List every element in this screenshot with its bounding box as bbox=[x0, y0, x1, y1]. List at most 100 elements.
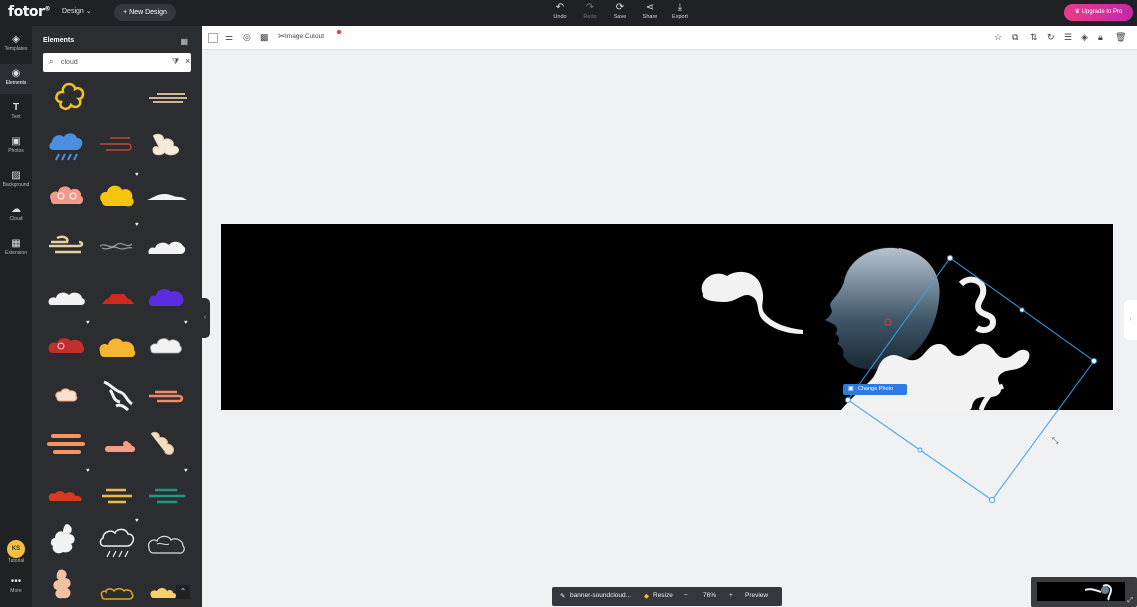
search-icon: ⌕ bbox=[49, 57, 54, 66]
element-rain-cloud-outline[interactable] bbox=[96, 520, 140, 564]
tutorial-avatar: KS bbox=[7, 540, 25, 558]
zoom-out-button[interactable]: − bbox=[684, 592, 688, 599]
element-rain-cloud-blue[interactable] bbox=[45, 124, 89, 168]
rail-background[interactable]: ▨ Background bbox=[0, 170, 32, 188]
favorite-star-icon[interactable]: ☆ bbox=[994, 32, 1002, 43]
element-flat-cloud-red[interactable] bbox=[45, 472, 89, 516]
element-stacked-cloud-beige[interactable] bbox=[45, 224, 89, 268]
image-icon: ▣ bbox=[848, 386, 854, 392]
color-swatch[interactable] bbox=[208, 33, 218, 43]
element-smoke-cloud-white[interactable] bbox=[45, 520, 89, 564]
resize-icon: ◆ bbox=[644, 593, 649, 600]
heart-icon[interactable]: ♥ bbox=[184, 320, 188, 326]
rotate-icon[interactable]: ↻ bbox=[1047, 32, 1055, 43]
new-design-button[interactable]: + New Design bbox=[114, 4, 176, 21]
change-photo-button[interactable]: ▣ Change Photo bbox=[843, 384, 907, 395]
element-sketch-cloud-white[interactable] bbox=[145, 520, 189, 564]
fotor-logo[interactable]: fotor® bbox=[8, 4, 50, 20]
canvas-toolbar: ⚌ ◎ ▩ ✂ Image Cutout ☆ ⧉ ⇅ ↻ ☰ ◈ 🔒︎ 🗑︎ bbox=[202, 26, 1137, 50]
element-flower-cloud-outline[interactable] bbox=[47, 76, 91, 120]
element-ink-cloud-white[interactable] bbox=[96, 372, 140, 416]
mosaic-icon[interactable]: ▩ bbox=[260, 32, 269, 43]
element-scribble-cloud-gray[interactable] bbox=[96, 224, 140, 268]
element-flat-cloud-white[interactable] bbox=[145, 174, 189, 218]
text-icon: T bbox=[12, 102, 20, 113]
lock-icon[interactable]: 🔒︎ bbox=[1098, 32, 1103, 43]
grid-view-icon[interactable]: ▦ bbox=[180, 37, 188, 46]
align-icon[interactable]: ☰ bbox=[1064, 32, 1072, 43]
flip-icon[interactable]: ⇅ bbox=[1030, 32, 1038, 43]
svg-text:⤡: ⤡ bbox=[1052, 436, 1059, 445]
preview-button[interactable]: Preview bbox=[745, 592, 768, 599]
element-bar-cloud-orange[interactable] bbox=[45, 422, 89, 466]
image-cutout-button[interactable]: Image Cutout bbox=[285, 33, 324, 40]
element-blob-cloud-purple[interactable] bbox=[145, 274, 189, 318]
zoom-level[interactable]: 76% bbox=[703, 592, 716, 599]
element-fluffy-cloud-white[interactable] bbox=[45, 274, 89, 318]
more-icon: ••• bbox=[10, 576, 22, 587]
heart-icon[interactable]: ♥ bbox=[135, 222, 139, 228]
adjust-icon[interactable]: ⚌ bbox=[225, 32, 233, 43]
undo-button[interactable]: ↶ Undo bbox=[545, 2, 575, 20]
page-thumbnail[interactable]: ⤢ bbox=[1031, 577, 1137, 607]
panel-title: Elements bbox=[43, 37, 75, 44]
filter-icon[interactable]: ⧩ bbox=[172, 57, 179, 67]
resize-button[interactable]: Resize bbox=[653, 592, 673, 599]
element-small-cloud-peach[interactable] bbox=[45, 372, 89, 416]
zoom-in-button[interactable]: + bbox=[729, 592, 733, 599]
element-outline-cloud-white[interactable] bbox=[145, 322, 189, 366]
element-soft-cloud-white[interactable] bbox=[145, 224, 189, 268]
top-actions: ↶ Undo ↷ Redo ⟳ Save ⋖ Share ⤓ Export bbox=[545, 2, 695, 20]
duplicate-icon[interactable]: ⧉ bbox=[1012, 32, 1018, 43]
rail-cloud[interactable]: ☁ Cloud bbox=[0, 204, 32, 222]
element-swirl-cloud-pink[interactable] bbox=[45, 174, 89, 218]
search-input[interactable] bbox=[61, 56, 156, 69]
save-icon: ⟳ bbox=[615, 2, 625, 13]
redo-button[interactable]: ↷ Redo bbox=[575, 2, 605, 20]
rail-photos[interactable]: ▣ Photos bbox=[0, 136, 32, 154]
element-swirl-cloud-red[interactable] bbox=[45, 322, 89, 366]
upgrade-button[interactable]: ♛ Upgrade to Pro bbox=[1064, 4, 1133, 21]
selection-frame[interactable]: ⤡ bbox=[840, 250, 1110, 510]
elements-panel: Elements ▦ ⌕ ⧩ × ♥ ♥ bbox=[32, 26, 202, 607]
expand-icon[interactable]: ⤢ bbox=[1127, 597, 1133, 605]
element-ribbon-cloud-salmon[interactable] bbox=[145, 372, 189, 416]
element-curl-cloud-salmon[interactable] bbox=[96, 422, 140, 466]
heart-icon[interactable]: ♥ bbox=[135, 172, 139, 178]
rail-tutorial[interactable]: KS Tutorial bbox=[0, 540, 32, 564]
element-layered-cloud-red[interactable] bbox=[96, 274, 140, 318]
clear-search-icon[interactable]: × bbox=[185, 56, 190, 66]
heart-icon[interactable]: ♥ bbox=[135, 518, 139, 524]
left-rail: ◈ Templates ◉ Elements T Text ▣ Photos ▨ Back… bbox=[0, 26, 32, 607]
element-chinese-cloud-red-lines[interactable] bbox=[96, 124, 140, 168]
export-button[interactable]: ⤓ Export bbox=[665, 2, 695, 20]
element-bar-cloud-gold[interactable] bbox=[96, 472, 140, 516]
element-ornate-cloud-cream[interactable] bbox=[145, 124, 189, 168]
element-swirl-cloud-orange[interactable] bbox=[96, 322, 140, 366]
filter-effects-icon[interactable]: ◎ bbox=[243, 32, 251, 43]
element-wind-lines[interactable] bbox=[147, 76, 191, 120]
element-bar-cloud-teal[interactable] bbox=[145, 472, 189, 516]
design-menu[interactable]: Design ⌄ bbox=[62, 7, 92, 15]
rail-more[interactable]: ••• More bbox=[0, 576, 32, 594]
redo-icon: ↷ bbox=[585, 2, 595, 13]
share-button[interactable]: ⋖ Share bbox=[635, 2, 665, 20]
rail-text[interactable]: T Text bbox=[0, 102, 32, 120]
element-stack-cloud-peach[interactable] bbox=[45, 566, 89, 607]
element-puffy-cloud-yellow[interactable] bbox=[96, 174, 140, 218]
rail-extension[interactable]: ▦ Extension bbox=[0, 238, 32, 256]
file-name[interactable]: banner-soundcloud... bbox=[570, 592, 631, 599]
scroll-to-top-button[interactable]: ⌃ bbox=[176, 585, 190, 599]
layers-icon[interactable]: ◈ bbox=[1081, 32, 1088, 43]
element-curl-cloud-beige[interactable] bbox=[145, 422, 189, 466]
heart-icon[interactable]: ♥ bbox=[86, 320, 90, 326]
save-button[interactable]: ⟳ Save bbox=[605, 2, 635, 20]
rail-templates[interactable]: ◈ Templates bbox=[0, 34, 32, 52]
collapse-panel-button[interactable]: ‹ bbox=[200, 298, 210, 338]
thumbnail-preview bbox=[1037, 582, 1125, 601]
crown-icon: ♛ bbox=[1074, 9, 1080, 15]
rail-elements[interactable]: ◉ Elements bbox=[0, 64, 32, 94]
element-curl-cloud-gold[interactable] bbox=[96, 566, 140, 607]
delete-icon[interactable]: 🗑︎ bbox=[1115, 32, 1126, 43]
right-panel-toggle[interactable]: › bbox=[1124, 300, 1137, 340]
